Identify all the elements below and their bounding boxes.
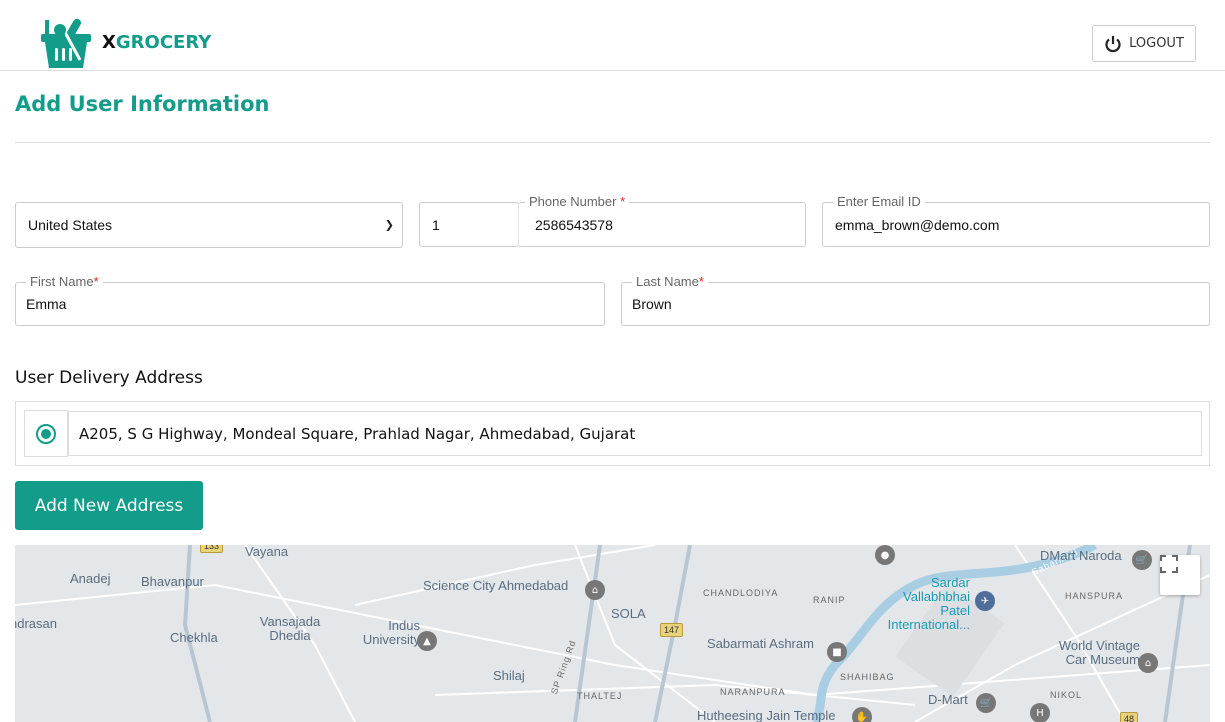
map-label: ndrasan xyxy=(15,617,57,631)
map-label: DMart Naroda xyxy=(1040,549,1122,563)
first-name-value: Emma xyxy=(26,296,66,312)
brand-rest: GROCERY xyxy=(116,32,211,53)
map-label: Vansajada Dhedia xyxy=(255,615,325,643)
country-code-value: 1 xyxy=(432,217,440,233)
map-label: Shilaj xyxy=(493,669,525,683)
phone-value: 2586543578 xyxy=(535,217,613,233)
museum-icon[interactable]: ⌂ xyxy=(1138,653,1158,673)
highway-shield: 147 xyxy=(660,623,683,637)
map-label: CHANDLODIYA xyxy=(703,586,778,600)
shopping-cart-icon[interactable]: 🛒 xyxy=(976,693,996,713)
address-list-item: A205, S G Highway, Mondeal Square, Prahl… xyxy=(15,401,1210,466)
temple-icon[interactable]: ✋ xyxy=(852,707,872,722)
map-label: Sabarmati Ashram xyxy=(707,637,814,651)
logout-label: LOGOUT xyxy=(1129,36,1184,51)
map-label: NARANPURA xyxy=(720,685,786,699)
logout-button[interactable]: LOGOUT xyxy=(1092,25,1196,62)
phone-label: Phone Number * xyxy=(525,194,629,209)
fullscreen-button[interactable] xyxy=(1160,555,1200,595)
last-name-label: Last Name* xyxy=(632,274,708,289)
map-label: SHAHIBAG xyxy=(840,670,895,684)
address-radio[interactable] xyxy=(24,410,68,457)
country-select[interactable]: United States ❯ xyxy=(15,202,403,248)
brand-prefix: X xyxy=(102,32,116,53)
last-name-input[interactable]: Last Name* Brown xyxy=(621,282,1210,326)
address-text[interactable]: A205, S G Highway, Mondeal Square, Prahl… xyxy=(68,411,1202,456)
map-label: SOLA xyxy=(611,607,646,621)
map-label: Science City Ahmedabad xyxy=(423,579,568,593)
map-label: Hutheesing Jain Temple xyxy=(697,709,836,722)
radio-selected-icon xyxy=(36,424,56,444)
highway-shield: 48 xyxy=(1120,712,1138,722)
landmark-icon[interactable]: ■ xyxy=(827,642,847,662)
add-new-address-button[interactable]: Add New Address xyxy=(15,481,203,530)
map-label: D-Mart xyxy=(928,693,968,707)
power-icon xyxy=(1104,35,1122,53)
school-icon[interactable]: ▲ xyxy=(417,631,437,651)
chevron-down-icon: ❯ xyxy=(385,219,394,232)
map-label: Sardar Vallabhbhai Patel International..… xyxy=(875,576,970,632)
map-label: RANIP xyxy=(813,593,846,607)
map-label: THALTEJ xyxy=(577,689,622,703)
hospital-icon[interactable]: H xyxy=(1030,703,1050,722)
delivery-address-heading: User Delivery Address xyxy=(15,368,203,388)
map-label: HANSPURA xyxy=(1065,589,1123,603)
header: XGROCERY LOGOUT xyxy=(0,0,1225,71)
first-name-input[interactable]: First Name* Emma xyxy=(15,282,605,326)
shopping-cart-icon[interactable]: 🛒 xyxy=(1132,550,1152,570)
country-code-input[interactable]: 1 xyxy=(419,202,519,247)
page-title: Add User Information xyxy=(15,92,269,116)
email-input[interactable]: Enter Email ID emma_brown@demo.com xyxy=(822,202,1210,247)
map-label: Indus University xyxy=(350,619,420,647)
place-icon[interactable]: ● xyxy=(875,545,895,565)
grocery-basket-icon xyxy=(40,16,92,68)
map-label: World Vintage Car Museum xyxy=(1035,639,1140,667)
phone-input[interactable]: Phone Number * 2586543578 xyxy=(518,202,806,247)
map[interactable]: Anadej Bhavanpur Vayana ndrasan Chekhla … xyxy=(15,545,1210,722)
first-name-label: First Name* xyxy=(26,274,103,289)
museum-icon[interactable]: ⌂ xyxy=(585,580,605,600)
country-value: United States xyxy=(28,217,112,233)
map-label: Bhavanpur xyxy=(141,575,204,589)
map-label: Chekhla xyxy=(170,631,218,645)
divider xyxy=(15,142,1210,143)
map-label: Anadej xyxy=(70,572,110,586)
airport-icon[interactable]: ✈ xyxy=(975,591,995,611)
brand-name: XGROCERY xyxy=(102,32,211,53)
highway-shield: 133 xyxy=(200,545,223,553)
map-label: NIKOL xyxy=(1050,688,1082,702)
logo[interactable]: XGROCERY xyxy=(40,16,211,68)
fullscreen-icon xyxy=(1160,555,1178,573)
map-label: Vayana xyxy=(245,545,288,559)
email-label: Enter Email ID xyxy=(833,194,925,209)
email-value: emma_brown@demo.com xyxy=(835,217,999,233)
last-name-value: Brown xyxy=(632,296,672,312)
